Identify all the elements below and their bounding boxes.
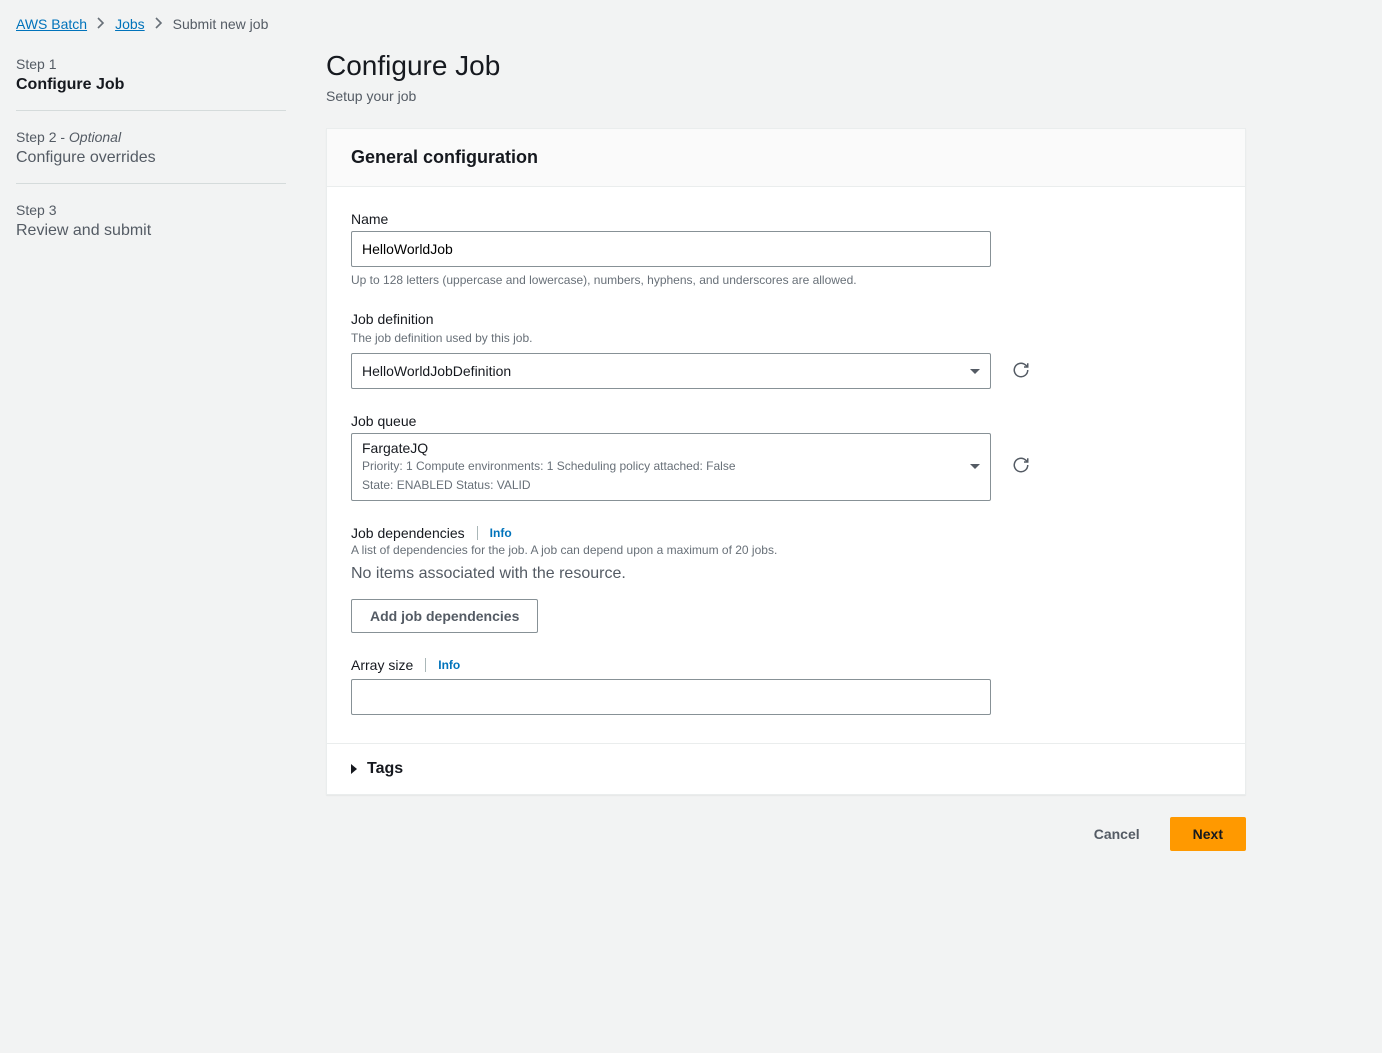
refresh-icon — [1012, 361, 1030, 382]
field-name: Name Up to 128 letters (uppercase and lo… — [351, 211, 1221, 287]
panel-title: General configuration — [351, 147, 1221, 168]
wizard-footer: Cancel Next — [326, 817, 1246, 851]
field-label: Array size — [351, 657, 413, 673]
field-job-definition: Job definition The job definition used b… — [351, 311, 1221, 389]
step-label: Step 1 — [16, 56, 286, 72]
empty-state-text: No items associated with the resource. — [351, 565, 1221, 583]
name-input[interactable] — [351, 231, 991, 267]
add-job-dependencies-button[interactable]: Add job dependencies — [351, 599, 538, 633]
next-button[interactable]: Next — [1170, 817, 1246, 851]
field-job-queue: Job queue FargateJQ Priority: 1 Compute … — [351, 413, 1221, 501]
info-link[interactable]: Info — [438, 658, 460, 672]
divider — [477, 526, 478, 540]
info-link[interactable]: Info — [490, 526, 512, 540]
refresh-job-queue-button[interactable] — [1007, 433, 1035, 501]
breadcrumb-root[interactable]: AWS Batch — [16, 16, 87, 32]
chevron-down-icon — [970, 464, 980, 469]
refresh-job-definition-button[interactable] — [1007, 353, 1035, 389]
field-hint: Up to 128 letters (uppercase and lowerca… — [351, 273, 1221, 287]
chevron-right-icon — [97, 16, 105, 32]
step-label: Step 3 — [16, 202, 286, 218]
breadcrumb-current: Submit new job — [173, 16, 269, 32]
caret-right-icon — [351, 764, 357, 774]
chevron-right-icon — [155, 16, 163, 32]
step-3[interactable]: Step 3 Review and submit — [16, 196, 286, 256]
field-job-dependencies: Job dependencies Info A list of dependen… — [351, 525, 1221, 633]
field-sublabel: The job definition used by this job. — [351, 331, 1221, 345]
field-label: Name — [351, 211, 1221, 227]
array-size-input[interactable] — [351, 679, 991, 715]
select-meta-2: State: ENABLED Status: VALID — [362, 477, 970, 494]
step-title: Review and submit — [16, 222, 286, 240]
field-array-size: Array size Info — [351, 657, 1221, 715]
breadcrumb: AWS Batch Jobs Submit new job — [16, 16, 1366, 32]
step-label: Step 2 - Optional — [16, 129, 286, 145]
refresh-icon — [1012, 456, 1030, 477]
main-content: Configure Job Setup your job General con… — [326, 50, 1246, 851]
step-2[interactable]: Step 2 - Optional Configure overrides — [16, 123, 286, 184]
field-sublabel: A list of dependencies for the job. A jo… — [351, 543, 1221, 557]
collapser-title: Tags — [367, 760, 403, 778]
chevron-down-icon — [970, 369, 980, 374]
job-queue-select[interactable]: FargateJQ Priority: 1 Compute environmen… — [351, 433, 991, 501]
field-label: Job definition — [351, 311, 1221, 327]
divider — [425, 658, 426, 672]
field-label: Job queue — [351, 413, 1221, 429]
step-1: Step 1 Configure Job — [16, 50, 286, 111]
general-configuration-panel: General configuration Name Up to 128 let… — [326, 128, 1246, 795]
field-label: Job dependencies — [351, 525, 465, 541]
breadcrumb-jobs[interactable]: Jobs — [115, 16, 145, 32]
select-meta-1: Priority: 1 Compute environments: 1 Sche… — [362, 458, 970, 475]
page-title: Configure Job — [326, 50, 1246, 82]
select-value: HelloWorldJobDefinition — [362, 363, 970, 379]
step-title: Configure overrides — [16, 149, 286, 167]
page-subtitle: Setup your job — [326, 88, 1246, 104]
job-definition-select[interactable]: HelloWorldJobDefinition — [351, 353, 991, 389]
step-title: Configure Job — [16, 76, 286, 94]
wizard-steps-sidebar: Step 1 Configure Job Step 2 - Optional C… — [16, 50, 286, 851]
select-value: FargateJQ — [362, 440, 970, 456]
cancel-button[interactable]: Cancel — [1076, 817, 1158, 851]
panel-header: General configuration — [327, 129, 1245, 187]
tags-collapser[interactable]: Tags — [327, 743, 1245, 794]
